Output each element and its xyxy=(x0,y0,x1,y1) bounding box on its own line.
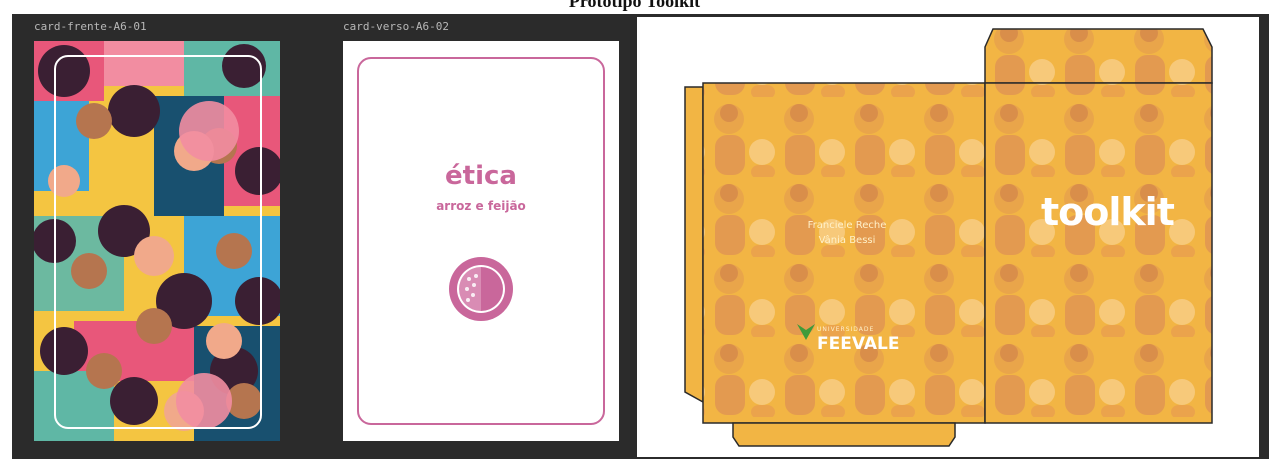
card-front-frame xyxy=(54,55,262,429)
dieline-pane[interactable]: Franciele Reche Vânia Bessi toolkit UNIV… xyxy=(630,14,1269,459)
feevale-leaf-icon xyxy=(797,324,815,340)
author-name-2: Vânia Bessi xyxy=(818,235,876,246)
card-back-artboard[interactable]: ética arroz e feijão xyxy=(343,41,619,441)
envelope-dieline-canvas[interactable]: Franciele Reche Vânia Bessi toolkit UNIV… xyxy=(637,17,1259,457)
artboard-label-back[interactable]: card-verso-A6-02 xyxy=(343,20,449,33)
toolkit-wordmark: toolkit xyxy=(1041,190,1175,234)
page-title-text: Protótipo Toolkit xyxy=(568,0,701,11)
artboard-pane[interactable]: card-frente-A6-01 card-verso-A6-02 ética… xyxy=(12,14,630,459)
feevale-logo-name: FEEVALE xyxy=(817,334,900,354)
card-front-artboard[interactable] xyxy=(34,41,280,441)
card-back-frame xyxy=(357,57,605,425)
rice-beans-plate-icon xyxy=(449,257,513,321)
card-title: ética xyxy=(445,161,517,191)
card-subtitle: arroz e feijão xyxy=(436,199,526,213)
page-title: Protótipo Toolkit xyxy=(0,0,1269,14)
author-name-1: Franciele Reche xyxy=(807,220,887,231)
feevale-logo: UNIVERSIDADE FEEVALE xyxy=(797,324,907,358)
feevale-logo-subtitle: UNIVERSIDADE xyxy=(817,326,875,333)
artboard-label-front[interactable]: card-frente-A6-01 xyxy=(34,20,147,33)
